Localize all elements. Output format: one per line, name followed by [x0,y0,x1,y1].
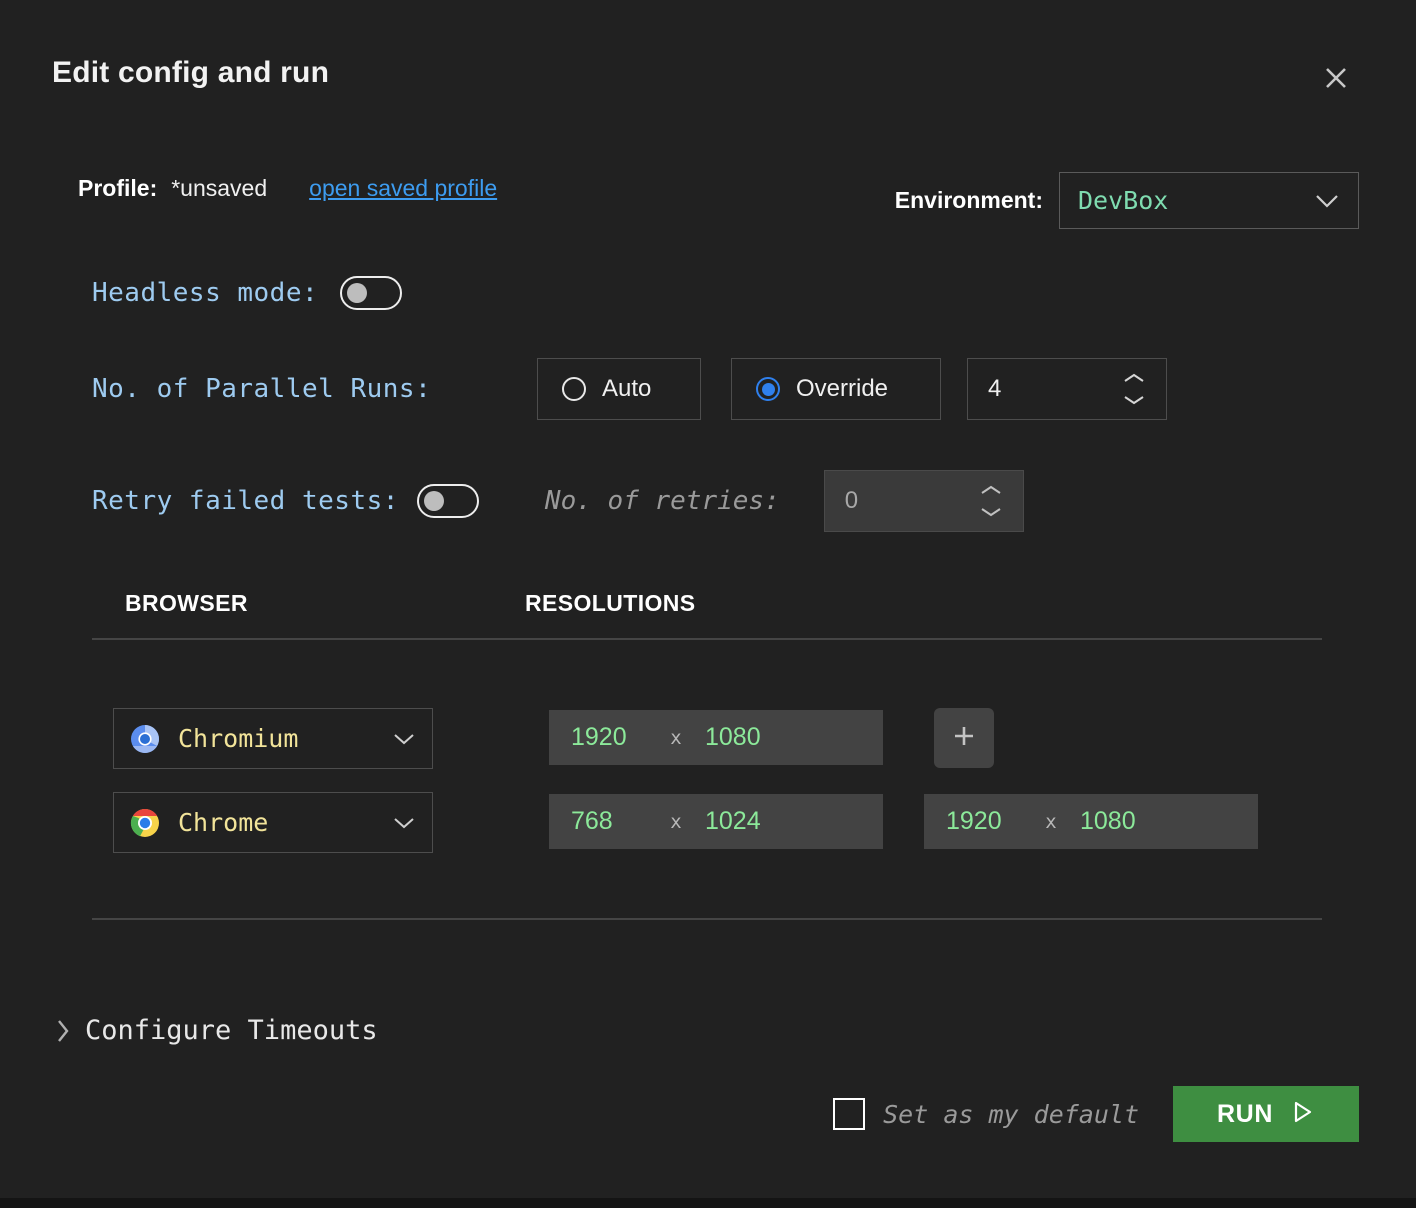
column-header-resolutions: RESOLUTIONS [525,590,696,617]
parallel-runs-count-value: 4 [968,375,1122,403]
header-divider [92,638,1322,640]
chromium-icon [130,724,160,754]
dialog-title: Edit config and run [52,56,329,90]
environment-row: Environment: DevBox [895,172,1359,229]
radio-icon-auto [562,377,586,401]
profile-label: Profile: [78,175,157,202]
browser-select-chromium[interactable]: Chromium [113,708,433,769]
run-button-label: RUN [1217,1100,1273,1129]
browser-name: Chromium [178,724,392,753]
parallel-runs-row: No. of Parallel Runs: Auto Override 4 [92,358,1167,420]
retries-count-value: 0 [825,487,979,515]
retry-failed-tests-label: Retry failed tests: [92,486,399,516]
add-resolution-button[interactable] [934,708,994,768]
stepper-up-icon[interactable] [1122,372,1146,384]
resolution-chip[interactable]: 1920 x 1080 [549,710,883,765]
dialog-footer: Set as my default RUN [833,1086,1359,1142]
chevron-down-icon [392,816,416,830]
stepper-arrows [979,484,1023,518]
play-icon [1289,1099,1315,1130]
resolution-width: 1920 [946,807,1030,836]
resolution-height: 1024 [705,807,761,836]
stepper-up-icon[interactable] [979,484,1003,496]
resolution-separator: x [655,811,697,833]
environment-value: DevBox [1078,186,1314,215]
configure-timeouts-label: Configure Timeouts [85,1015,378,1046]
radio-icon-override [756,377,780,401]
retries-count-label: No. of retries: [545,486,780,516]
resolution-chip[interactable]: 1920 x 1080 [924,794,1258,849]
headless-mode-row: Headless mode: [92,276,402,310]
environment-select[interactable]: DevBox [1059,172,1359,229]
retry-failed-tests-toggle[interactable] [417,484,479,518]
run-button[interactable]: RUN [1173,1086,1359,1142]
profile-value: *unsaved [171,175,267,202]
parallel-runs-auto-label: Auto [602,375,651,403]
parallel-runs-override-option[interactable]: Override [731,358,941,420]
chevron-down-icon [1314,193,1340,209]
profile-row: Profile: *unsaved open saved profile [78,175,497,202]
headless-mode-toggle[interactable] [340,276,402,310]
toggle-knob [347,283,367,303]
parallel-runs-auto-option[interactable]: Auto [537,358,701,420]
resolution-chip[interactable]: 768 x 1024 [549,794,883,849]
plus-icon [950,722,978,755]
set-as-default-label: Set as my default [883,1100,1139,1129]
chevron-down-icon [392,732,416,746]
browser-name: Chrome [178,808,392,837]
column-header-browser: BROWSER [125,590,248,617]
browser-select-chrome[interactable]: Chrome [113,792,433,853]
table-bottom-divider [92,918,1322,920]
edit-config-dialog: Edit config and run Profile: *unsaved op… [0,0,1416,1198]
headless-mode-label: Headless mode: [92,278,318,308]
configure-timeouts-expander[interactable]: Configure Timeouts [55,1015,378,1046]
stepper-arrows [1122,372,1166,406]
toggle-knob [424,491,444,511]
open-saved-profile-link[interactable]: open saved profile [309,175,497,202]
stepper-down-icon[interactable] [1122,394,1146,406]
chrome-icon [130,808,160,838]
parallel-runs-label: No. of Parallel Runs: [92,374,537,404]
retries-count-stepper[interactable]: 0 [824,470,1024,532]
parallel-runs-override-label: Override [796,375,888,403]
chevron-right-icon [55,1017,71,1045]
resolution-separator: x [655,727,697,749]
parallel-runs-count-stepper[interactable]: 4 [967,358,1167,420]
resolution-height: 1080 [1080,807,1136,836]
resolution-width: 768 [571,807,655,836]
close-icon [1323,65,1349,91]
stepper-down-icon[interactable] [979,506,1003,518]
bottom-strip [0,1198,1416,1208]
close-button[interactable] [1310,56,1362,100]
set-as-default-checkbox[interactable] [833,1098,865,1130]
resolution-height: 1080 [705,723,761,752]
resolution-width: 1920 [571,723,655,752]
resolution-separator: x [1030,811,1072,833]
retry-failed-tests-row: Retry failed tests: No. of retries: 0 [92,470,1024,532]
environment-label: Environment: [895,187,1043,214]
